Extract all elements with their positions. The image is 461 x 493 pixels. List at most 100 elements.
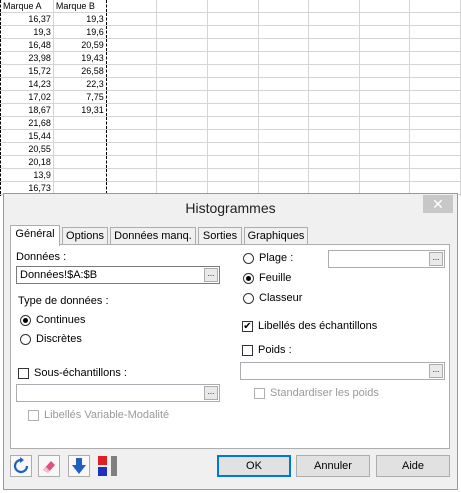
cell[interactable] <box>156 64 208 78</box>
cell[interactable]: 19,3 <box>0 25 54 39</box>
cell[interactable] <box>258 64 310 78</box>
cell[interactable] <box>53 116 107 130</box>
cell[interactable] <box>106 155 158 169</box>
poids-checkbox[interactable] <box>242 345 253 356</box>
cell[interactable] <box>308 12 360 26</box>
clear-button[interactable] <box>38 455 60 477</box>
aide-button[interactable]: Aide <box>376 455 450 477</box>
cell[interactable] <box>258 116 310 130</box>
cell[interactable]: 26,58 <box>53 64 107 78</box>
cell[interactable]: 20,59 <box>53 38 107 52</box>
tab-donnees-manq[interactable]: Données manq. <box>110 227 196 244</box>
cell[interactable] <box>106 116 158 130</box>
cell[interactable] <box>207 12 259 26</box>
tab-options[interactable]: Options <box>62 227 108 244</box>
cell[interactable] <box>308 103 360 117</box>
cell[interactable] <box>106 38 158 52</box>
cell[interactable] <box>359 77 411 91</box>
cell[interactable] <box>359 12 411 26</box>
cell[interactable] <box>258 168 310 182</box>
cell[interactable] <box>258 77 310 91</box>
cell[interactable] <box>207 77 259 91</box>
cell[interactable] <box>156 103 208 117</box>
continues-radio[interactable] <box>20 315 31 326</box>
cell[interactable] <box>207 90 259 104</box>
cell[interactable] <box>156 77 208 91</box>
cell[interactable] <box>308 116 360 130</box>
cell[interactable] <box>106 129 158 143</box>
cell[interactable] <box>308 51 360 65</box>
cell[interactable] <box>258 155 310 169</box>
cell[interactable] <box>308 77 360 91</box>
cell[interactable] <box>207 38 259 52</box>
cell[interactable] <box>308 64 360 78</box>
cell[interactable] <box>106 12 158 26</box>
cell[interactable] <box>308 142 360 156</box>
cell[interactable] <box>53 129 107 143</box>
cell[interactable] <box>359 25 411 39</box>
cell[interactable] <box>207 142 259 156</box>
cell[interactable] <box>409 90 461 104</box>
cell[interactable] <box>106 51 158 65</box>
ok-button[interactable]: OK <box>217 455 291 477</box>
cell[interactable]: 20,55 <box>0 142 54 156</box>
feuille-radio[interactable] <box>243 273 254 284</box>
cell[interactable] <box>409 155 461 169</box>
cell[interactable] <box>359 155 411 169</box>
data-grid[interactable]: Marque A Marque B 16,37 19,3 19,3 19,6 16,48 20… <box>0 0 461 196</box>
cell[interactable] <box>106 77 158 91</box>
tab-graphiques[interactable]: Graphiques <box>244 227 308 244</box>
cell[interactable] <box>409 38 461 52</box>
cell[interactable] <box>106 0 158 13</box>
standardiser-checkbox[interactable] <box>254 388 265 399</box>
cell[interactable] <box>207 64 259 78</box>
cell[interactable] <box>258 0 310 13</box>
cell[interactable] <box>359 129 411 143</box>
cell[interactable] <box>359 168 411 182</box>
cell[interactable] <box>258 90 310 104</box>
cell[interactable]: 19,31 <box>53 103 107 117</box>
cell[interactable] <box>156 0 208 13</box>
cell[interactable] <box>409 25 461 39</box>
cell[interactable]: 22,3 <box>53 77 107 91</box>
cell[interactable] <box>156 155 208 169</box>
cell[interactable]: 18,67 <box>0 103 54 117</box>
cell[interactable] <box>106 168 158 182</box>
cell[interactable]: 14,23 <box>0 77 54 91</box>
cell[interactable] <box>53 168 107 182</box>
cell[interactable] <box>207 116 259 130</box>
plage-field[interactable]: ... <box>328 250 445 268</box>
cell[interactable] <box>258 103 310 117</box>
cell[interactable] <box>359 64 411 78</box>
cell[interactable] <box>106 25 158 39</box>
cell[interactable] <box>359 90 411 104</box>
cell[interactable] <box>106 103 158 117</box>
cell[interactable] <box>308 168 360 182</box>
cell[interactable] <box>156 51 208 65</box>
cell[interactable] <box>409 0 461 13</box>
cell[interactable] <box>409 77 461 91</box>
cell[interactable] <box>207 0 259 13</box>
cell[interactable]: 19,3 <box>53 12 107 26</box>
cell[interactable] <box>308 155 360 169</box>
cell[interactable] <box>207 25 259 39</box>
cell[interactable]: 19,6 <box>53 25 107 39</box>
cell[interactable] <box>156 25 208 39</box>
cell[interactable] <box>359 103 411 117</box>
cell[interactable] <box>106 142 158 156</box>
cell[interactable] <box>308 90 360 104</box>
libelles-echantillons-checkbox[interactable]: ✔ <box>242 321 253 332</box>
cell[interactable] <box>156 12 208 26</box>
tab-sorties[interactable]: Sorties <box>198 227 242 244</box>
cell[interactable] <box>409 116 461 130</box>
cell[interactable]: 20,18 <box>0 155 54 169</box>
cell[interactable] <box>409 51 461 65</box>
cell[interactable] <box>409 12 461 26</box>
cell[interactable] <box>258 12 310 26</box>
cell[interactable]: 23,98 <box>0 51 54 65</box>
cell[interactable] <box>156 116 208 130</box>
cell[interactable] <box>308 0 360 13</box>
cell[interactable] <box>53 142 107 156</box>
poids-select-button[interactable]: ... <box>429 364 443 378</box>
cell[interactable] <box>258 51 310 65</box>
